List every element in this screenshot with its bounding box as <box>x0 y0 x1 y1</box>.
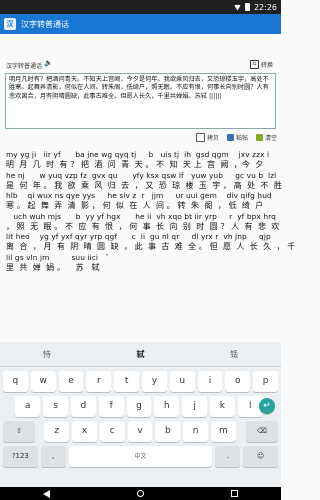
action-row: 拷贝 粘帖 清空 <box>195 133 277 142</box>
clear-button[interactable]: 清空 <box>255 133 277 142</box>
home-icon[interactable] <box>136 490 144 497</box>
hanzi-line: 寒 。 起 舞 弄 清 影 ， 何 似 在 人 间 。 转 朱 阁 ， 低 绮 … <box>6 201 264 211</box>
key-s[interactable]: s <box>43 396 68 417</box>
recents-icon[interactable] <box>230 490 238 497</box>
key-j[interactable]: j <box>182 396 207 417</box>
pinyin-line: he nj w yuq vzp fz gvx qu yfy ksx qsw lf… <box>6 170 277 180</box>
navigation-bar <box>0 487 281 500</box>
candidate-item[interactable]: 轼 <box>94 349 188 360</box>
key-a[interactable]: a <box>15 396 41 417</box>
app-title: 汉字转普通话 <box>21 19 69 29</box>
hanzi-line: 是 何 年 。 我 欲 乘 风 归 去 ， 又 恐 琼 楼 玉 宇 ， 高 处 … <box>6 180 282 190</box>
key-q[interactable]: q <box>3 371 28 392</box>
convert-button[interactable]: ⇆ 转换 <box>249 60 273 69</box>
output-line: uch wuh mjs b yy yf hgx he ii vh xqo bt … <box>6 211 280 233</box>
wifi-icon <box>233 4 241 11</box>
key-w[interactable]: w <box>30 371 56 392</box>
app-bar: 汉 汉字转普通话 <box>0 14 281 34</box>
space-key[interactable]: 中文 <box>68 446 213 467</box>
paste-icon <box>226 134 234 141</box>
key-o[interactable]: o <box>225 371 251 392</box>
app-logo-icon: 汉 <box>4 18 16 30</box>
hanzi-line: ， 照 无 眠 。 不 应 有 恨 ， 何 事 长 向 别 时 圆 ？ 人 有 … <box>6 221 280 231</box>
key-u[interactable]: u <box>169 371 195 392</box>
key-b[interactable]: b <box>155 421 181 442</box>
output-line: hlb qi wux ns qye yys he siv z r jjm ur … <box>6 191 278 212</box>
candidate-item[interactable]: 铥 <box>187 349 281 360</box>
pinyin-line: lil gs vln jm suu iici ˇ <box>6 252 110 262</box>
output-line: lil gs vln jm suu iici ˇ里 共 婵 娟 。 苏 轼 <box>6 253 278 274</box>
paste-button[interactable]: 粘帖 <box>226 133 248 142</box>
key-z[interactable]: z <box>44 421 70 442</box>
soft-keyboard: 恃 轼 铥 q w e r t y u i o p a s d f g h j k l ↵ ⇧ z x c v b n m ⌫ ?123,… <box>0 342 281 487</box>
key-m[interactable]: m <box>211 421 236 442</box>
paste-label: 粘帖 <box>235 135 248 142</box>
key-k[interactable]: k <box>210 396 235 417</box>
pinyin-line: my yg ji iir yf ba jne wg qyq tj b uis t… <box>6 150 270 159</box>
output-line: he nj w yuq vzp fz gvx qu yfy ksx qsw lf… <box>6 170 282 192</box>
period-key[interactable]: . <box>215 446 241 467</box>
pinyin-output: my yg ji iir yf ba jne wg qyq tj b uis t… <box>6 150 296 274</box>
battery-icon <box>244 3 250 11</box>
pinyin-line: hlb qi wux ns qye yys he siv z r jjm ur … <box>6 191 272 200</box>
copy-button[interactable]: 拷贝 <box>195 133 219 142</box>
copy-label: 拷贝 <box>206 135 219 142</box>
pinyin-line: uch wuh mjs b yy yf hgx he ii vh xqo bt … <box>6 211 276 221</box>
comma-key[interactable]: , <box>40 446 66 467</box>
key-c[interactable]: c <box>99 421 125 442</box>
key-f[interactable]: f <box>98 396 124 417</box>
candidate-item[interactable]: 恃 <box>0 349 94 360</box>
toolbar: 汉字转普通话 🔈 ⇆ 转换 <box>0 58 281 72</box>
convert-label: 转换 <box>260 62 273 69</box>
candidate-bar: 恃 轼 铥 <box>0 342 281 367</box>
pinyin-line: lit heo yg yf yxf qyr yrp qgf c ii gu nl… <box>6 232 271 241</box>
chinese-text-input[interactable]: 明月几时有？把酒问青天。不知天上宫阙，今夕是何年。我欲乘风归去，又恐琼楼玉宇，高… <box>5 73 276 129</box>
status-bar: 22:26 <box>0 0 281 14</box>
speaker-icon[interactable]: 🔈 <box>44 59 53 67</box>
back-icon[interactable] <box>43 489 51 498</box>
shift-key[interactable]: ⇧ <box>3 421 36 442</box>
hanzi-line: 里 共 婵 娟 。 苏 轼 <box>6 262 100 272</box>
key-r[interactable]: r <box>86 371 112 392</box>
clear-label: 清空 <box>264 135 277 142</box>
convert-icon: ⇆ <box>249 60 259 69</box>
input-label: 汉字转普通话 <box>6 63 43 70</box>
clear-icon <box>255 134 263 141</box>
key-n[interactable]: n <box>183 421 209 442</box>
key-y[interactable]: y <box>142 371 167 392</box>
enter-key[interactable]: ↵ <box>259 398 275 414</box>
hanzi-line: 明 月 几 时 有 ？ 把 酒 问 青 天 。 不 知 天 上 宫 阙 ，今 夕 <box>6 160 264 170</box>
hanzi-line: 离 合 ， 月 有 阴 晴 圆 缺 ， 此 事 古 难 全 。 但 愿 人 长 … <box>6 242 296 252</box>
copy-icon <box>195 133 205 142</box>
key-t[interactable]: t <box>114 371 139 392</box>
clock: 22:26 <box>253 2 277 12</box>
key-x[interactable]: x <box>72 421 97 442</box>
key-v[interactable]: v <box>127 421 153 442</box>
key-p[interactable]: p <box>253 371 278 392</box>
key-g[interactable]: g <box>126 396 152 417</box>
output-line: my yg ji iir yf ba jne wg qyq tj b uis t… <box>6 150 278 171</box>
key-i[interactable]: i <box>197 371 223 392</box>
key-e[interactable]: e <box>58 371 84 392</box>
key-d[interactable]: d <box>71 396 96 417</box>
backspace-key[interactable]: ⌫ <box>245 421 278 442</box>
output-line: lit heo yg yf yxf qyr yrp qgf c ii gu nl… <box>6 232 296 253</box>
emoji-key[interactable]: ☺ <box>243 446 278 467</box>
symbols-key[interactable]: ?123 <box>3 446 38 467</box>
key-h[interactable]: h <box>154 396 180 417</box>
enter-icon: ↵ <box>263 401 271 411</box>
